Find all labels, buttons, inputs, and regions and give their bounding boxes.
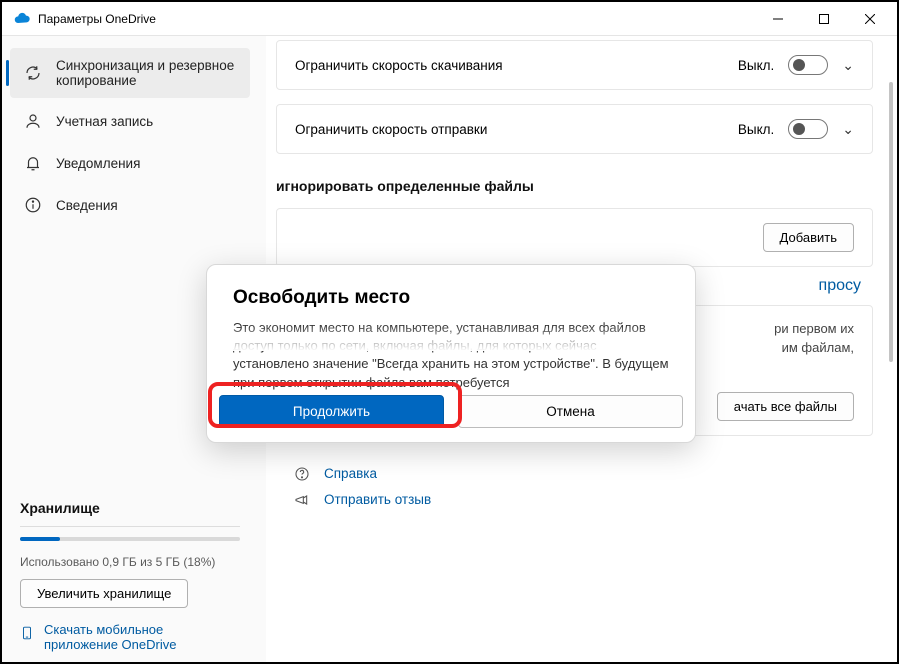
bell-icon bbox=[24, 154, 42, 172]
sidebar-item-account[interactable]: Учетная запись bbox=[10, 102, 250, 140]
toggle-state: Выкл. bbox=[738, 58, 774, 73]
increase-storage-button[interactable]: Увеличить хранилище bbox=[20, 579, 188, 608]
storage-bar-fill bbox=[20, 537, 60, 541]
sidebar-item-label: Уведомления bbox=[56, 156, 140, 171]
sidebar-item-label: Учетная запись bbox=[56, 114, 153, 129]
storage-bar bbox=[20, 537, 240, 541]
feedback-label: Отправить отзыв bbox=[324, 492, 431, 507]
help-icon bbox=[294, 466, 312, 482]
scrollbar[interactable] bbox=[889, 82, 893, 656]
sidebar-item-about[interactable]: Сведения bbox=[10, 186, 250, 224]
dialog-title: Освободить место bbox=[233, 287, 669, 309]
sidebar-item-notifications[interactable]: Уведомления bbox=[10, 144, 250, 182]
megaphone-icon bbox=[294, 492, 312, 508]
help-label: Справка bbox=[324, 466, 377, 481]
add-button[interactable]: Добавить bbox=[763, 223, 854, 252]
storage-title: Хранилище bbox=[20, 500, 240, 527]
setting-label: Ограничить скорость отправки bbox=[295, 122, 487, 137]
ignore-files-title: игнорировать определенные файлы bbox=[276, 178, 873, 194]
setting-label: Ограничить скорость скачивания bbox=[295, 58, 503, 73]
mobile-link-label: Скачать мобильное приложение OneDrive bbox=[44, 622, 240, 652]
person-icon bbox=[24, 112, 42, 130]
sidebar-item-label: Синхронизация и резервное копирование bbox=[56, 58, 236, 88]
setting-upload-limit[interactable]: Ограничить скорость отправки Выкл. ⌄ bbox=[276, 104, 873, 154]
continue-button[interactable]: Продолжить bbox=[219, 395, 444, 428]
phone-icon bbox=[20, 624, 34, 642]
close-button[interactable] bbox=[847, 3, 893, 35]
setting-download-limit[interactable]: Ограничить скорость скачивания Выкл. ⌄ bbox=[276, 40, 873, 90]
info-icon bbox=[24, 196, 42, 214]
toggle-upload-limit[interactable] bbox=[788, 119, 828, 139]
dialog-fade bbox=[207, 325, 695, 351]
minimize-button[interactable] bbox=[755, 3, 801, 35]
on-demand-link[interactable]: просу bbox=[819, 277, 861, 294]
window-titlebar: Параметры OneDrive bbox=[2, 2, 897, 36]
help-link[interactable]: Справка bbox=[276, 466, 873, 482]
chevron-down-icon: ⌄ bbox=[842, 121, 854, 138]
maximize-button[interactable] bbox=[801, 3, 847, 35]
window-controls bbox=[755, 3, 893, 35]
sidebar-item-label: Сведения bbox=[56, 198, 118, 213]
storage-used-text: Использовано 0,9 ГБ из 5 ГБ (18%) bbox=[20, 555, 240, 569]
download-all-button[interactable]: ачать все файлы bbox=[717, 392, 854, 421]
window-title: Параметры OneDrive bbox=[38, 12, 156, 26]
cancel-button[interactable]: Отмена bbox=[458, 395, 683, 428]
scrollbar-thumb[interactable] bbox=[889, 82, 893, 362]
onedrive-cloud-icon bbox=[14, 11, 30, 27]
toggle-state: Выкл. bbox=[738, 122, 774, 137]
storage-panel: Хранилище Использовано 0,9 ГБ из 5 ГБ (1… bbox=[2, 500, 258, 652]
free-up-space-dialog: Освободить место Это экономит место на к… bbox=[206, 264, 696, 443]
download-mobile-link[interactable]: Скачать мобильное приложение OneDrive bbox=[20, 622, 240, 652]
feedback-link[interactable]: Отправить отзыв bbox=[276, 492, 873, 508]
ignore-files-box: Добавить bbox=[276, 208, 873, 267]
sidebar-item-sync-backup[interactable]: Синхронизация и резервное копирование bbox=[10, 48, 250, 98]
chevron-down-icon: ⌄ bbox=[842, 57, 854, 74]
toggle-download-limit[interactable] bbox=[788, 55, 828, 75]
sync-icon bbox=[24, 64, 42, 82]
